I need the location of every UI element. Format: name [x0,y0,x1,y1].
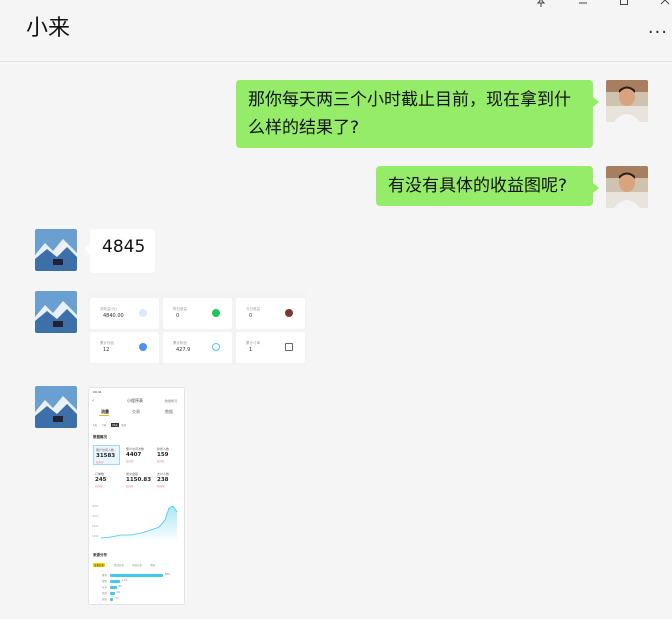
more-options-button[interactable]: ··· [648,22,668,43]
message-bubble-sent: 那你每天两三个小时截止目前，现在拿到什么样的结果了? [236,80,599,148]
maximize-icon[interactable] [613,0,635,12]
my-avatar[interactable] [606,80,648,122]
distribution-bar: 推荐 88% [101,573,171,577]
check-icon [212,309,220,317]
stat-card: 总收益(元) 4840.00 [90,298,159,329]
title-bar: 小来 ··· [0,0,672,62]
my-avatar[interactable] [606,166,648,208]
minimize-icon[interactable] [572,0,594,12]
message-text: 那你每天两三个小时截止目前，现在拿到什么样的结果了? [248,90,571,138]
message-text: 4845 [102,237,146,257]
clock-icon [212,343,220,351]
coin-icon [285,309,293,317]
stat-card: 今日收益 0 [236,298,305,329]
contact-avatar[interactable] [35,386,77,428]
screenshot-image-message[interactable]: 09:41 ‹ 小程序表 数据概况 流量 交易 数据 1天 7天 30天 全部 … [88,387,185,605]
pin-icon[interactable] [530,0,552,12]
metric-card: 订单数 245 较前日 [95,472,107,488]
close-icon[interactable] [654,0,672,12]
verified-icon [139,343,147,351]
stat-card: 累计粉丝 427.9 [163,332,232,363]
wallet-icon [139,309,147,317]
stat-card: 昨日收益 0 [163,298,232,329]
distribution-bar: 直接 3% [101,597,119,601]
metric-card: 累计访问人数 31583 较前日 [93,445,120,465]
contact-avatar[interactable] [35,291,77,333]
distribution-bar: 搜索 12% [101,579,128,583]
stats-image-message[interactable]: 总收益(元) 4840.00 昨日收益 0 今日收益 0 累计作品 12 累计粉… [88,292,306,365]
stat-card: 累计作品 12 [90,332,159,363]
active-tab-indicator [99,415,109,416]
chat-title: 小来 [26,16,71,41]
message-text: 有没有具体的收益图呢? [388,176,568,196]
clipboard-icon [285,343,293,351]
metric-card: 累计访问次数 4407 较前日 [126,447,145,463]
back-icon: ‹ [92,398,94,404]
distribution-bar: 其他 4% [101,591,121,595]
stat-card: 累计订单 1 [236,332,305,363]
metric-card: 成交金额 1150.83 较前日 [126,472,152,488]
metric-card: 支付人数 238 较前日 [157,472,170,488]
contact-avatar[interactable] [35,229,77,271]
message-bubble-received: 4845 [84,229,155,273]
message-bubble-sent: 有没有具体的收益图呢? [376,166,599,206]
trend-line-chart [100,505,178,540]
metric-card: 新增人数 159 较前日 [157,447,170,463]
distribution-bar: 分享 8% [101,585,123,589]
